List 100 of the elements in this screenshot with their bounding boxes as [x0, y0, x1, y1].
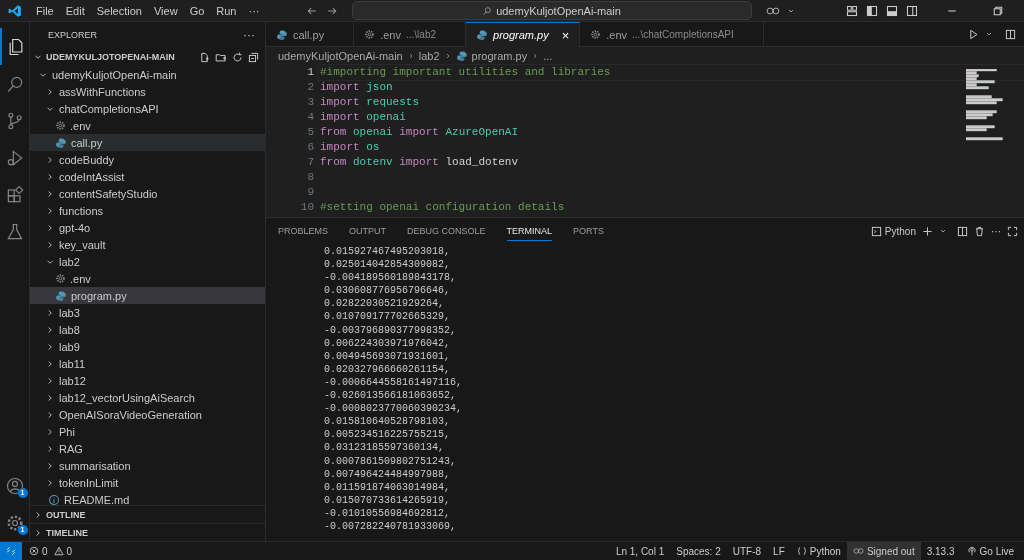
tree-item[interactable]: lab12	[30, 372, 265, 389]
tree-item[interactable]: OpenAISoraVideoGeneration	[30, 406, 265, 423]
tree-item[interactable]: lab12_vectorUsingAiSearch	[30, 389, 265, 406]
tree-item[interactable]: tokenInLimit	[30, 474, 265, 491]
code-line: #setting openai configuration details	[319, 200, 566, 215]
gear-icon	[55, 120, 66, 131]
panel-tab[interactable]: DEBUG CONSOLE	[407, 221, 486, 241]
tree-item[interactable]: key_vault	[30, 236, 265, 253]
new-file-icon[interactable]	[199, 51, 210, 63]
tree-root-header[interactable]: UDEMYKULJOTOPENAI-MAIN	[30, 48, 265, 66]
terminal-line: -0.007282240781933069,	[324, 519, 458, 534]
split-terminal-icon[interactable]	[957, 225, 968, 237]
maximize-icon[interactable]	[1007, 225, 1018, 237]
tree-item[interactable]: .env	[30, 117, 265, 134]
status-item[interactable]: Go Live	[960, 542, 1020, 560]
panel-tab[interactable]: PROBLEMS	[278, 221, 328, 241]
code-line: import requests	[319, 95, 421, 110]
terminal-line: -0.003796890377998352,	[324, 323, 458, 337]
terminal-line: 0.020327966660261154,	[324, 362, 452, 376]
status-item[interactable]: LF	[767, 542, 791, 560]
tree-item[interactable]: lab11	[30, 355, 265, 372]
terminal-line: -0.026013566181063652,	[324, 389, 458, 403]
new-folder-icon[interactable]	[215, 51, 227, 63]
chevron-down-icon[interactable]	[939, 227, 947, 235]
minimap-drawing[interactable]	[966, 69, 1006, 141]
glasses-icon[interactable]	[765, 4, 780, 17]
menu-item[interactable]: Edit	[59, 2, 91, 19]
status-item[interactable]: 3.13.3	[920, 542, 961, 560]
section-header[interactable]: OUTLINE	[30, 505, 265, 523]
menu-item[interactable]: View	[147, 2, 184, 19]
panel-tab[interactable]: PORTS	[573, 221, 604, 241]
collapse-all-icon[interactable]	[248, 51, 259, 63]
tree-item[interactable]: README.md	[30, 491, 265, 505]
terminal-line: 0.005234516225755215,	[324, 428, 452, 442]
trash-icon[interactable]	[974, 225, 985, 237]
menu-item[interactable]: Go	[183, 2, 211, 19]
breadcrumb[interactable]: program.py	[471, 50, 528, 62]
status-item[interactable]: Signed out	[846, 542, 921, 560]
tree-item[interactable]: codeIntAssist	[30, 168, 265, 185]
editor-tab[interactable]: call.py	[266, 22, 355, 46]
panel-tab[interactable]: TERMINAL	[506, 221, 553, 241]
tree-item[interactable]: RAG	[30, 440, 265, 457]
tree-item[interactable]: codeBuddy	[30, 151, 265, 168]
layout-icon[interactable]	[846, 4, 858, 17]
tree-item[interactable]: lab2	[30, 253, 265, 270]
primary-sidebar-icon[interactable]	[866, 4, 878, 17]
menu-item[interactable]: Selection	[90, 2, 148, 19]
tree-item[interactable]: .env	[30, 270, 265, 287]
terminal-line: 0.011591874063014984,	[324, 480, 452, 494]
account-icon[interactable]	[4, 475, 25, 496]
editor-tab[interactable]: program.py ×	[466, 22, 581, 47]
run-icon[interactable]	[968, 28, 979, 40]
status-item[interactable]: UTF-8	[726, 542, 768, 560]
terminal-line: -0.0008023770060390234,	[324, 402, 464, 416]
python-file-icon	[476, 29, 488, 41]
menu-item[interactable]: Run	[210, 2, 243, 19]
line-number: 5	[306, 125, 314, 140]
terminal-line: 0.015810640528798103,	[324, 415, 452, 429]
search-field[interactable]: udemyKuljotOpenAi-main	[351, 1, 752, 20]
tree-item[interactable]: lab3	[30, 304, 265, 321]
status-item[interactable]: Spaces: 2	[670, 542, 727, 560]
tree-item[interactable]: Phi	[30, 423, 265, 440]
tree-item[interactable]: udemyKuljotOpenAi-main	[30, 66, 265, 83]
status-item[interactable]: Python	[790, 542, 847, 560]
terminal-profile-button[interactable]: Python	[870, 225, 916, 237]
editor-tab[interactable]: .env ...\chatCompletionsAPI	[580, 22, 764, 46]
breadcrumb[interactable]: ...	[543, 50, 553, 62]
refresh-icon[interactable]	[232, 51, 243, 63]
terminal-line: 0.015070733614265919,	[324, 493, 452, 507]
tree-item[interactable]: lab9	[30, 338, 265, 355]
gear-icon	[590, 29, 602, 40]
menu-item[interactable]: ···	[242, 2, 266, 19]
vscode-logo-icon	[8, 3, 22, 18]
info-icon	[48, 493, 60, 505]
breadcrumb[interactable]: lab2	[418, 50, 440, 62]
restore-icon[interactable]	[992, 4, 1004, 17]
tree-item[interactable]: gpt-4o	[30, 219, 265, 236]
tree-item[interactable]: chatCompletionsAPI	[30, 100, 265, 117]
more-actions-button[interactable]: ···	[991, 225, 1001, 237]
tree-item[interactable]: assWithFunctions	[30, 83, 265, 100]
tree-item[interactable]: lab8	[30, 321, 265, 338]
tree-item[interactable]: contentSafetyStudio	[30, 185, 265, 202]
chevron-down-icon[interactable]	[985, 30, 993, 38]
tree-item[interactable]: program.py	[30, 287, 265, 304]
tree-item[interactable]: call.py	[30, 134, 265, 151]
more-actions-button[interactable]: ···	[243, 28, 255, 42]
plus-icon[interactable]	[922, 225, 933, 237]
search-icon	[482, 5, 493, 16]
tree-item[interactable]: functions	[30, 202, 265, 219]
split-editor-icon[interactable]	[1005, 28, 1016, 40]
panel-tab[interactable]: OUTPUT	[349, 221, 386, 241]
panel-icon[interactable]	[886, 4, 898, 17]
menu-item[interactable]: File	[30, 2, 60, 19]
breadcrumb[interactable]: udemyKuljotOpenAi-main	[278, 50, 403, 62]
problems-button[interactable]: 0 0	[29, 545, 73, 557]
terminal-line: 0.0007861509802751243,	[324, 454, 458, 468]
secondary-sidebar-icon[interactable]	[906, 4, 918, 17]
tree-item[interactable]: summarisation	[30, 457, 265, 474]
terminal-line: -0.004189560189843178,	[324, 271, 458, 285]
status-item[interactable]: Ln 1, Col 1	[609, 542, 671, 560]
